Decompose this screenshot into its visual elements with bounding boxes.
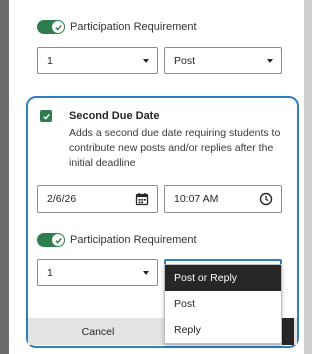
chevron-down-icon: [143, 271, 149, 275]
second-due-date-description: Adds a second due date requiring student…: [69, 127, 281, 169]
background-left-edge: [0, 0, 9, 354]
check-icon: [52, 234, 64, 246]
time-value: 10:07 AM: [174, 193, 219, 205]
participation-type-dropdown: Post or Reply Post Reply: [164, 264, 282, 344]
clock-icon[interactable]: [259, 192, 273, 206]
participation-count-value-bottom: 1: [47, 266, 53, 279]
participation-label-top: Participation Requirement: [70, 21, 197, 33]
cancel-button[interactable]: Cancel: [36, 319, 160, 344]
second-due-time-input[interactable]: 10:07 AM: [164, 185, 282, 213]
second-due-date-input[interactable]: 2/6/26: [37, 185, 158, 213]
second-due-date-checkbox[interactable]: [40, 110, 52, 122]
dropdown-option-post-or-reply[interactable]: Post or Reply: [165, 265, 281, 291]
participation-toggle-bottom[interactable]: [37, 233, 65, 247]
dropdown-option-post[interactable]: Post: [165, 291, 281, 317]
participation-type-select-top[interactable]: Post: [164, 47, 282, 74]
participation-label-bottom: Participation Requirement: [70, 234, 197, 246]
check-icon: [52, 21, 64, 33]
chevron-down-icon: [267, 59, 273, 63]
background-right-edge: [304, 0, 312, 354]
participation-toggle-top[interactable]: [37, 20, 65, 34]
participation-count-select-bottom[interactable]: 1: [37, 259, 158, 286]
chevron-down-icon: [143, 59, 149, 63]
participation-count-value-top: 1: [47, 54, 53, 67]
check-icon: [42, 113, 50, 120]
second-due-date-title: Second Due Date: [69, 110, 160, 122]
calendar-icon[interactable]: [135, 192, 149, 206]
participation-count-select-top[interactable]: 1: [37, 47, 158, 74]
participation-type-value-top: Post: [174, 54, 196, 67]
primary-button[interactable]: [282, 318, 294, 345]
dropdown-option-reply[interactable]: Reply: [165, 317, 281, 343]
date-value: 2/6/26: [47, 193, 77, 205]
